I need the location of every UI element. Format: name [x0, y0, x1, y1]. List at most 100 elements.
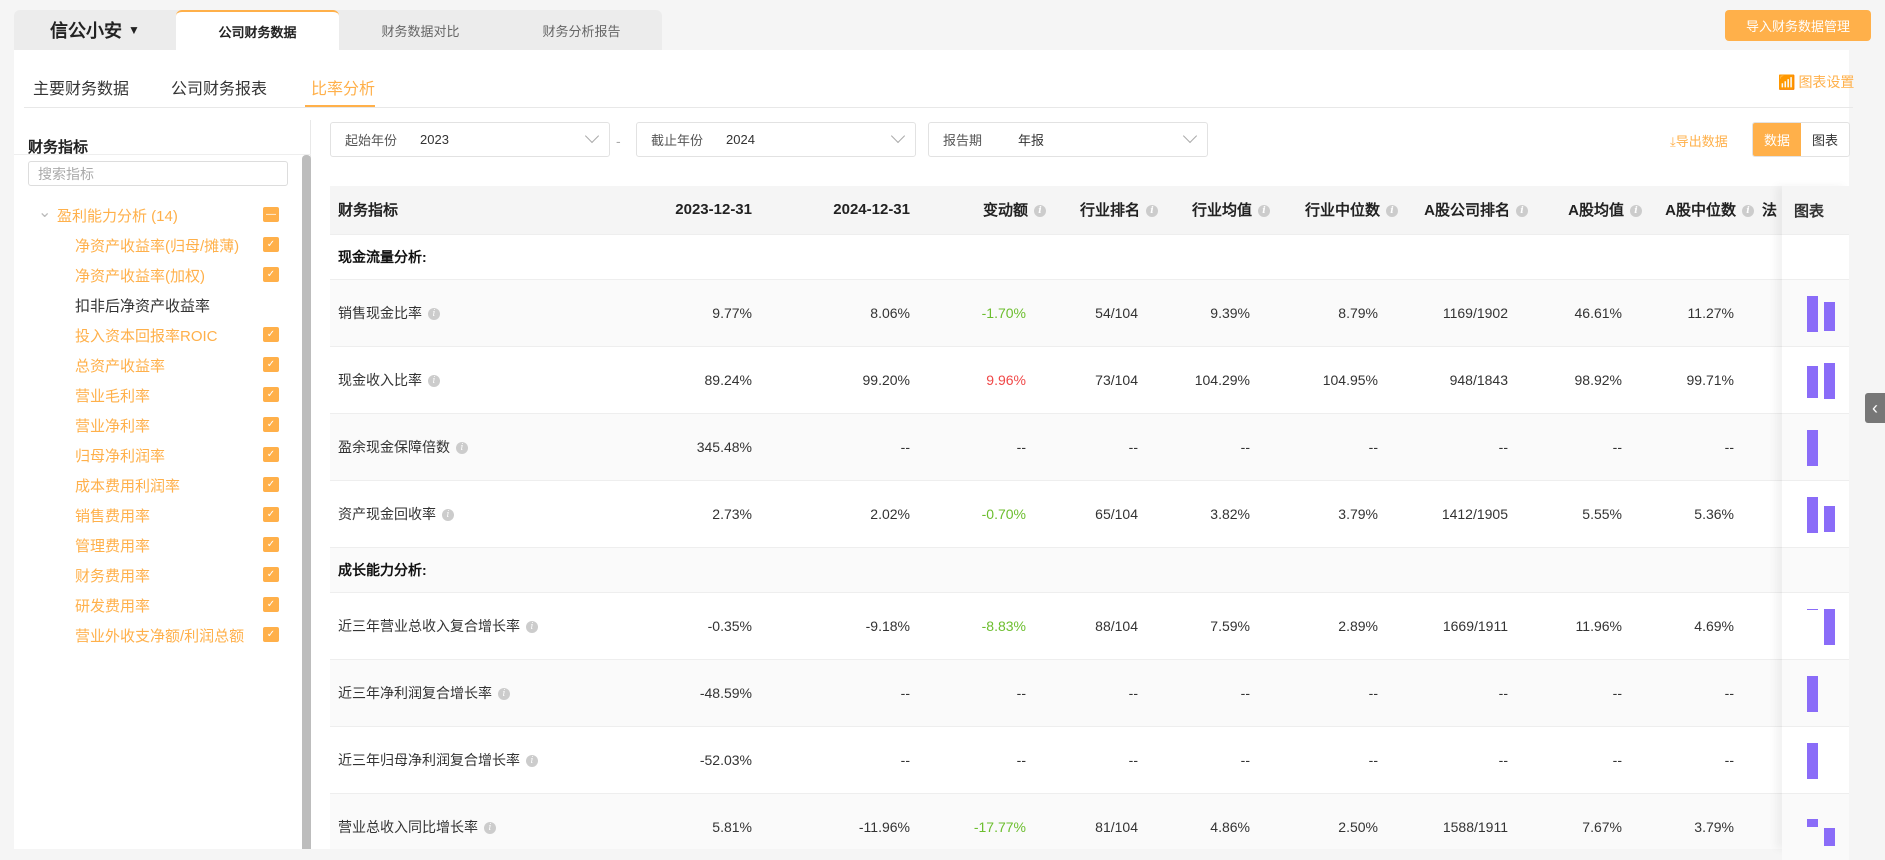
sidebar-scrollbar[interactable] — [302, 155, 311, 849]
tree-item[interactable]: 成本费用利润率 ✓ — [0, 470, 300, 500]
tree-item[interactable]: 营业毛利率 ✓ — [0, 380, 300, 410]
checkbox-checked[interactable]: ✓ — [263, 567, 279, 582]
checkbox-checked[interactable]: ✓ — [263, 417, 279, 432]
tree-item[interactable]: 投入资本回报率ROIC ✓ — [0, 320, 300, 350]
brand-dropdown[interactable]: 信公小安 ▼ — [14, 10, 176, 50]
info-icon[interactable]: i — [498, 687, 510, 700]
tree-item-label: 营业净利率 — [75, 417, 151, 435]
mini-bar-2023 — [1807, 295, 1818, 332]
column-header-label: 法 — [1762, 202, 1778, 220]
checkbox-checked[interactable]: ✓ — [263, 447, 279, 462]
value-cell: 7.59% — [1166, 591, 1278, 659]
tree-item[interactable]: 销售费用率 ✓ — [0, 500, 300, 530]
tree-group-profitability[interactable]: ⌄ 盈利能力分析 (14) — — [0, 200, 300, 230]
column-header-label: 行业中位数 — [1304, 202, 1380, 220]
info-icon[interactable]: i — [1386, 205, 1398, 218]
value-cell: 104.29% — [1166, 345, 1278, 413]
ratio-table: 财务指标 2023-12-31 2024-12-31 变动额 i 行业排名 i 行业均值 i 行业… — [330, 186, 1782, 849]
subtab-statements[interactable]: 公司财务报表 — [171, 75, 267, 99]
value-cell: -- — [1650, 725, 1762, 793]
chevron-down-icon[interactable]: ⌄ — [38, 202, 51, 222]
tab-financial-report[interactable]: 财务分析报告 — [500, 10, 663, 50]
mini-bar-2023 — [1807, 496, 1818, 533]
value-cell: -1.70% — [918, 278, 1054, 346]
tab-company-financial-data[interactable]: 公司财务数据 — [176, 10, 339, 50]
export-data-button[interactable]: ⤓导出数据 — [1670, 131, 1728, 150]
info-icon[interactable]: i — [484, 822, 496, 835]
tree-item-label: 销售费用率 — [75, 507, 151, 525]
tab-financial-compare[interactable]: 财务数据对比 — [339, 10, 502, 50]
chart-cell — [1782, 279, 1849, 346]
info-icon[interactable]: i — [1742, 205, 1754, 218]
table-row: 近三年营业总收入复合增长率 i -0.35% -9.18% -8.83% 88/104 7.… — [330, 591, 1782, 659]
tree-item[interactable]: 净资产收益率(归母/摊薄) ✓ — [0, 230, 300, 260]
info-icon[interactable]: i — [526, 620, 538, 633]
truncated-cell — [1762, 278, 1782, 346]
value-cell: -- — [1166, 725, 1278, 793]
table-row: 营业总收入同比增长率 i 5.81% -11.96% -17.77% 81/104 4.86… — [330, 792, 1782, 849]
checkbox-checked[interactable]: ✓ — [263, 597, 279, 612]
info-icon[interactable]: i — [428, 307, 440, 320]
info-icon[interactable]: i — [442, 508, 454, 521]
collapse-panel-button[interactable]: ‹ — [1865, 393, 1885, 423]
group-partial-checkbox[interactable]: — — [263, 207, 279, 222]
value-cell: -- — [1278, 725, 1406, 793]
value-cell: -- — [1166, 412, 1278, 480]
tree-item[interactable]: 总资产收益率 ✓ — [0, 350, 300, 380]
view-chart-button[interactable]: 图表 — [1801, 123, 1849, 156]
mini-bar-2024 — [1824, 362, 1835, 399]
info-icon[interactable]: i — [1630, 205, 1642, 218]
report-period-select[interactable]: 报告期 年报 — [928, 122, 1208, 157]
import-financial-data-button[interactable]: 导入财务数据管理 — [1725, 10, 1871, 41]
section-title: 成长能力分析: — [330, 546, 1782, 592]
tree-item[interactable]: 归母净利润率 ✓ — [0, 440, 300, 470]
tree-item[interactable]: 营业净利率 ✓ — [0, 410, 300, 440]
checkbox-checked[interactable]: ✓ — [263, 237, 279, 252]
truncated-cell — [1762, 479, 1782, 547]
section-row: 成长能力分析: — [330, 546, 1782, 592]
checkbox-checked[interactable]: ✓ — [263, 537, 279, 552]
subtab-ratio-analysis[interactable]: 比率分析 — [311, 75, 375, 99]
checkbox-checked[interactable]: ✓ — [263, 477, 279, 492]
info-icon[interactable]: i — [428, 374, 440, 387]
divider — [24, 107, 1853, 108]
chart-cell — [1782, 346, 1849, 413]
mini-bar-2023 — [1807, 675, 1818, 712]
checkbox-checked[interactable]: ✓ — [263, 387, 279, 402]
info-icon[interactable]: i — [1146, 205, 1158, 218]
value-cell: 2.50% — [1278, 792, 1406, 849]
tree-item[interactable]: 净资产收益率(加权) ✓ — [0, 260, 300, 290]
value-cell: -- — [1406, 658, 1536, 726]
info-icon[interactable]: i — [1258, 205, 1270, 218]
checkbox-checked[interactable]: ✓ — [263, 327, 279, 342]
truncated-cell — [1762, 792, 1782, 849]
info-icon[interactable]: i — [526, 754, 538, 767]
tree-item[interactable]: 营业外收支净额/利润总额 ✓ — [0, 620, 300, 650]
chart-cell — [1782, 726, 1849, 793]
column-header: 法 — [1762, 186, 1782, 234]
tree-item[interactable]: 财务费用率 ✓ — [0, 560, 300, 590]
info-icon[interactable]: i — [1516, 205, 1528, 218]
tree-item[interactable]: 管理费用率 ✓ — [0, 530, 300, 560]
start-year-select[interactable]: 起始年份 2023 — [330, 122, 610, 157]
checkbox-checked[interactable]: ✓ — [263, 357, 279, 372]
chevron-left-icon: ‹ — [1872, 397, 1878, 418]
section-title: 现金流量分析: — [330, 233, 1782, 279]
end-year-select[interactable]: 截止年份 2024 — [636, 122, 916, 157]
indicator-name: 营业总收入同比增长率 — [338, 818, 478, 835]
value-cell: 99.71% — [1650, 345, 1762, 413]
tree-item[interactable]: 扣非后净资产收益率 — [0, 290, 300, 320]
value-cell: -- — [1650, 658, 1762, 726]
chart-settings-button[interactable]: 📶 图表设置 — [1778, 72, 1854, 92]
info-icon[interactable]: i — [1034, 205, 1046, 218]
chart-cell — [1782, 234, 1849, 279]
checkbox-checked[interactable]: ✓ — [263, 507, 279, 522]
subtab-main-data[interactable]: 主要财务数据 — [33, 75, 129, 99]
indicator-search-input[interactable] — [28, 161, 288, 186]
info-icon[interactable]: i — [456, 441, 468, 454]
checkbox-checked[interactable]: ✓ — [263, 267, 279, 282]
value-cell: -- — [760, 412, 918, 480]
view-data-button[interactable]: 数据 — [1753, 123, 1801, 156]
tree-item[interactable]: 研发费用率 ✓ — [0, 590, 300, 620]
checkbox-checked[interactable]: ✓ — [263, 627, 279, 642]
